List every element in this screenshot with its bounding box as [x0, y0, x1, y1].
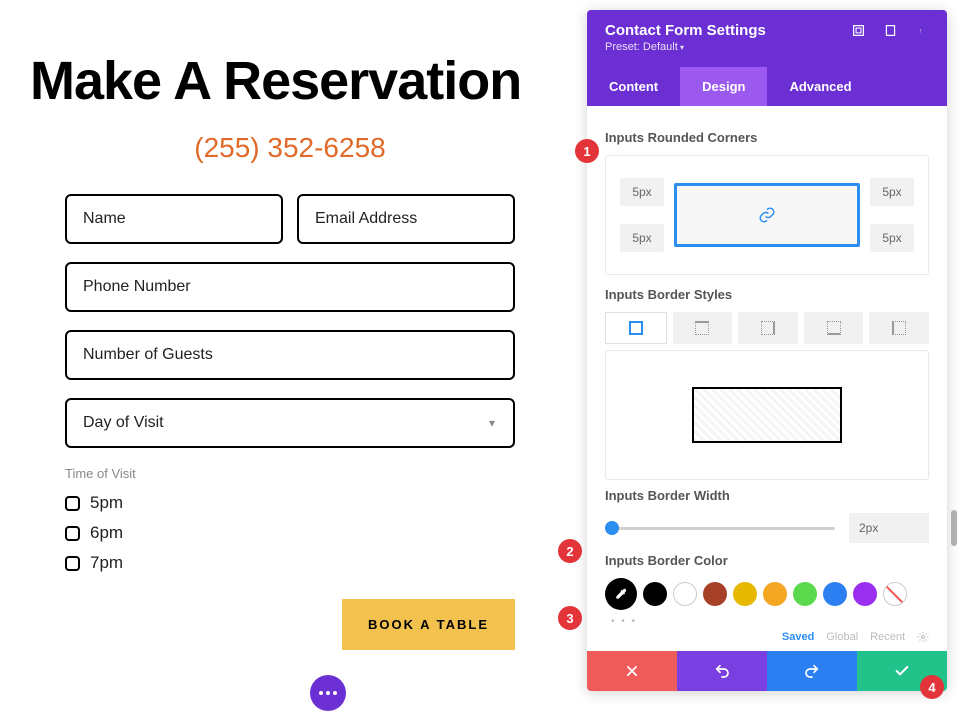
color-swatch-brown[interactable]: [703, 582, 727, 606]
redo-button[interactable]: [767, 651, 857, 691]
corner-bottom-left[interactable]: 5px: [620, 224, 664, 252]
scrollbar-thumb[interactable]: [951, 510, 957, 546]
color-swatch-orange[interactable]: [763, 582, 787, 606]
callout-3: 3: [558, 606, 582, 630]
checkbox-icon: [65, 526, 80, 541]
corner-top-left[interactable]: 5px: [620, 178, 664, 206]
color-tab-recent[interactable]: Recent: [870, 631, 905, 643]
name-input[interactable]: Name: [65, 194, 283, 244]
color-swatch-green[interactable]: [793, 582, 817, 606]
eyedropper-icon: [614, 587, 628, 601]
border-style-right[interactable]: [738, 312, 798, 344]
preset-dropdown[interactable]: Preset: Default: [605, 41, 929, 67]
form-preview-area: Make A Reservation (255) 352-6258 Name E…: [0, 0, 580, 680]
tab-content[interactable]: Content: [587, 67, 680, 106]
day-select[interactable]: Day of Visit: [65, 398, 515, 448]
submit-button[interactable]: BOOK A TABLE: [342, 599, 515, 650]
day-placeholder: Day of Visit: [83, 414, 164, 431]
link-icon[interactable]: [758, 206, 776, 224]
border-style-preview: [605, 350, 929, 480]
time-option-7pm[interactable]: 7pm: [65, 553, 515, 573]
color-tab-global[interactable]: Global: [826, 631, 858, 643]
border-style-left[interactable]: [869, 312, 929, 344]
border-style-all[interactable]: [605, 312, 667, 344]
time-option-5pm[interactable]: 5pm: [65, 493, 515, 513]
callout-1: 1: [575, 139, 599, 163]
gear-icon[interactable]: [917, 631, 929, 643]
check-icon: [894, 663, 910, 679]
border-styles-label: Inputs Border Styles: [605, 287, 929, 302]
cancel-button[interactable]: [587, 651, 677, 691]
page-title: Make A Reservation: [30, 50, 560, 112]
undo-button[interactable]: [677, 651, 767, 691]
time-label: 6pm: [90, 523, 123, 543]
time-label: 5pm: [90, 493, 123, 513]
color-swatch-blue[interactable]: [823, 582, 847, 606]
snap-icon[interactable]: [883, 24, 897, 38]
corner-top-right[interactable]: 5px: [870, 178, 914, 206]
border-sample-rect: [692, 387, 842, 443]
more-icon[interactable]: [915, 24, 929, 38]
redo-icon: [804, 663, 820, 679]
border-style-options: [605, 312, 929, 344]
border-style-bottom[interactable]: [804, 312, 864, 344]
checkbox-icon: [65, 496, 80, 511]
phone-input[interactable]: Phone Number: [65, 262, 515, 312]
guests-input[interactable]: Number of Guests: [65, 330, 515, 380]
more-colors-icon[interactable]: • • •: [611, 616, 929, 627]
undo-icon: [714, 663, 730, 679]
corner-bottom-right[interactable]: 5px: [870, 224, 914, 252]
color-swatch-white[interactable]: [673, 582, 697, 606]
rounded-corners-label: Inputs Rounded Corners: [605, 130, 929, 145]
callout-2: 2: [558, 539, 582, 563]
tab-advanced[interactable]: Advanced: [767, 67, 873, 106]
guests-placeholder: Number of Guests: [83, 346, 213, 363]
border-style-top[interactable]: [673, 312, 733, 344]
email-input[interactable]: Email Address: [297, 194, 515, 244]
time-option-6pm[interactable]: 6pm: [65, 523, 515, 543]
name-placeholder: Name: [83, 210, 126, 227]
border-width-label: Inputs Border Width: [605, 488, 929, 503]
settings-panel: Contact Form Settings Preset: Default Co…: [587, 10, 947, 691]
checkbox-icon: [65, 556, 80, 571]
time-of-visit-label: Time of Visit: [65, 466, 515, 481]
color-swatch-yellow[interactable]: [733, 582, 757, 606]
callout-4: 4: [920, 675, 944, 699]
phone-placeholder: Phone Number: [83, 278, 191, 295]
rounded-corners-control: 5px 5px 5px 5px: [605, 155, 929, 275]
phone-display: (255) 352-6258: [20, 132, 560, 164]
slider-thumb[interactable]: [605, 521, 619, 535]
border-width-slider[interactable]: [605, 527, 835, 530]
color-swatch-black[interactable]: [643, 582, 667, 606]
color-picker-eyedropper[interactable]: [605, 578, 637, 610]
time-label: 7pm: [90, 553, 123, 573]
color-swatch-purple[interactable]: [853, 582, 877, 606]
email-placeholder: Email Address: [315, 210, 417, 227]
border-color-label: Inputs Border Color: [605, 553, 929, 568]
border-width-value[interactable]: 2px: [849, 513, 929, 543]
expand-icon[interactable]: [851, 24, 865, 38]
close-icon: [625, 664, 639, 678]
tab-design[interactable]: Design: [680, 67, 767, 106]
color-swatch-none[interactable]: [883, 582, 907, 606]
panel-title: Contact Form Settings: [605, 22, 766, 39]
color-tab-saved[interactable]: Saved: [782, 631, 814, 643]
corner-preview-rect: [674, 183, 860, 247]
